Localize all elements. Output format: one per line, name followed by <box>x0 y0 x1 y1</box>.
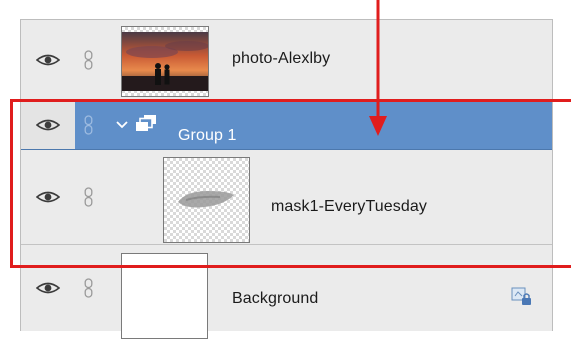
annotation-highlight-box <box>10 99 571 268</box>
layer-row-photo[interactable]: photo-Alexlby <box>21 20 552 101</box>
eye-icon[interactable] <box>36 53 60 67</box>
eye-cell <box>21 20 75 100</box>
layer-name[interactable]: photo-Alexlby <box>232 50 330 68</box>
lock-icon <box>511 287 531 305</box>
eye-icon[interactable] <box>36 281 60 295</box>
annotation-arrow-icon <box>369 0 387 136</box>
chain-link-icon[interactable] <box>84 50 93 70</box>
layer-thumbnail-photo[interactable] <box>121 26 209 97</box>
chain-link-icon[interactable] <box>84 278 93 298</box>
layer-name[interactable]: Background <box>232 290 318 308</box>
link-cell <box>79 20 97 100</box>
photo-couple-sunset <box>122 32 208 91</box>
